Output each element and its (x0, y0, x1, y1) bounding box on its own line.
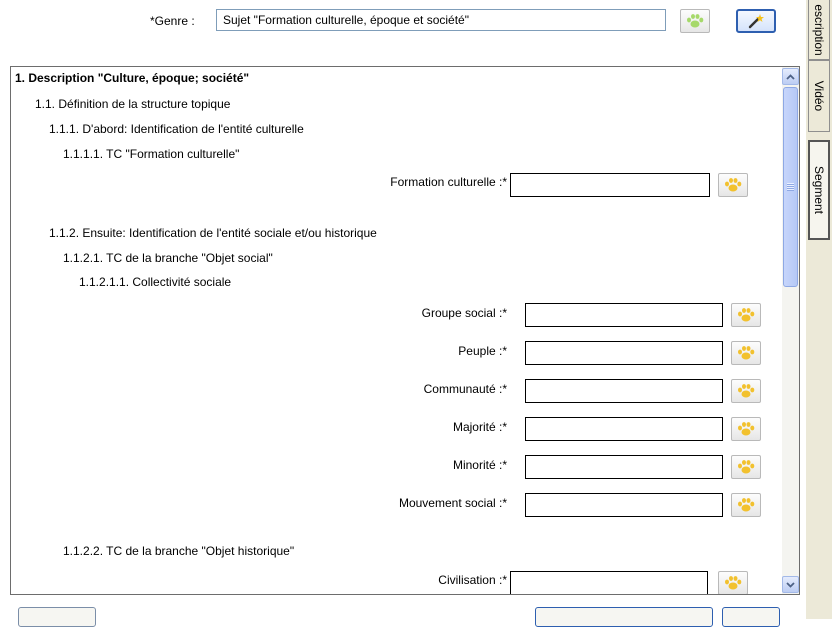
bottom-left-button[interactable] (18, 607, 96, 627)
section-title: 1. Description "Culture, époque; société… (15, 71, 250, 85)
section-heading: 1.1.2.1. TC de la branche "Objet social" (63, 251, 273, 265)
mouvement-social-label: Mouvement social :* (398, 496, 507, 510)
paw-print-icon (738, 346, 755, 360)
section-heading: 1.1.2. Ensuite: Identification de l'enti… (49, 226, 377, 240)
description-form-panel: 1. Description "Culture, époque; société… (10, 66, 800, 595)
genre-paw-button[interactable] (680, 9, 710, 33)
majorite-paw-button[interactable] (731, 417, 761, 441)
section-heading: 1.1.2.1.1. Collectivité sociale (79, 275, 232, 289)
groupe-social-label: Groupe social :* (421, 306, 507, 320)
mouvement-social-input[interactable] (525, 493, 723, 517)
peuple-paw-button[interactable] (731, 341, 761, 365)
paw-print-icon (738, 460, 755, 474)
genre-select[interactable]: Sujet "Formation culturelle, époque et s… (216, 9, 666, 31)
communaute-label: Communauté :* (423, 382, 507, 396)
scrollbar-grip (787, 183, 794, 191)
majorite-label: Majorité :* (452, 420, 507, 434)
communaute-input[interactable] (525, 379, 723, 403)
formation-culturelle-input[interactable] (510, 173, 710, 197)
scroll-down-arrow-icon (786, 581, 795, 588)
minorite-paw-button[interactable] (731, 455, 761, 479)
majorite-input[interactable] (525, 417, 723, 441)
magic-wand-icon (748, 14, 764, 29)
paw-print-icon (738, 384, 755, 398)
paw-print-icon (738, 308, 755, 322)
paw-print-icon (738, 498, 755, 512)
paw-print-icon (725, 178, 742, 192)
vertical-scrollbar[interactable] (782, 67, 799, 594)
groupe-social-paw-button[interactable] (731, 303, 761, 327)
scroll-up-arrow-icon (786, 73, 795, 80)
minorite-input[interactable] (525, 455, 723, 479)
formation-culturelle-label: Formation culturelle :* (390, 175, 507, 189)
section-heading: 1.1.1.1. TC "Formation culturelle" (63, 147, 240, 161)
bottom-action-button[interactable] (535, 607, 713, 627)
scrollbar-thumb[interactable] (783, 87, 798, 287)
tab-description[interactable]: escription (808, 0, 830, 60)
civilisation-input[interactable] (510, 571, 708, 594)
communaute-paw-button[interactable] (731, 379, 761, 403)
peuple-label: Peuple :* (458, 344, 507, 358)
bottom-right-button[interactable] (722, 607, 780, 627)
paw-print-icon (738, 422, 755, 436)
paw-print-icon (725, 576, 742, 590)
scroll-up-button[interactable] (782, 68, 799, 85)
scroll-down-button[interactable] (782, 576, 799, 593)
section-heading: 1.1.1. D'abord: Identification de l'enti… (49, 122, 304, 136)
section-heading: 1.1. Définition de la structure topique (35, 97, 231, 111)
section-heading: 1.1.2.2. TC de la branche "Objet histori… (63, 544, 295, 558)
civilisation-paw-button[interactable] (718, 571, 748, 594)
tab-segment[interactable]: Segment (808, 140, 830, 240)
genre-label: *Genre : (150, 14, 195, 28)
minorite-label: Minorité :* (452, 458, 507, 472)
formation-culturelle-paw-button[interactable] (718, 173, 748, 197)
tab-video[interactable]: Vidéo (808, 60, 830, 132)
mouvement-social-paw-button[interactable] (731, 493, 761, 517)
peuple-input[interactable] (525, 341, 723, 365)
magic-wand-button[interactable] (736, 9, 776, 33)
paw-print-icon (687, 14, 704, 28)
civilisation-label: Civilisation :* (438, 573, 507, 587)
groupe-social-input[interactable] (525, 303, 723, 327)
